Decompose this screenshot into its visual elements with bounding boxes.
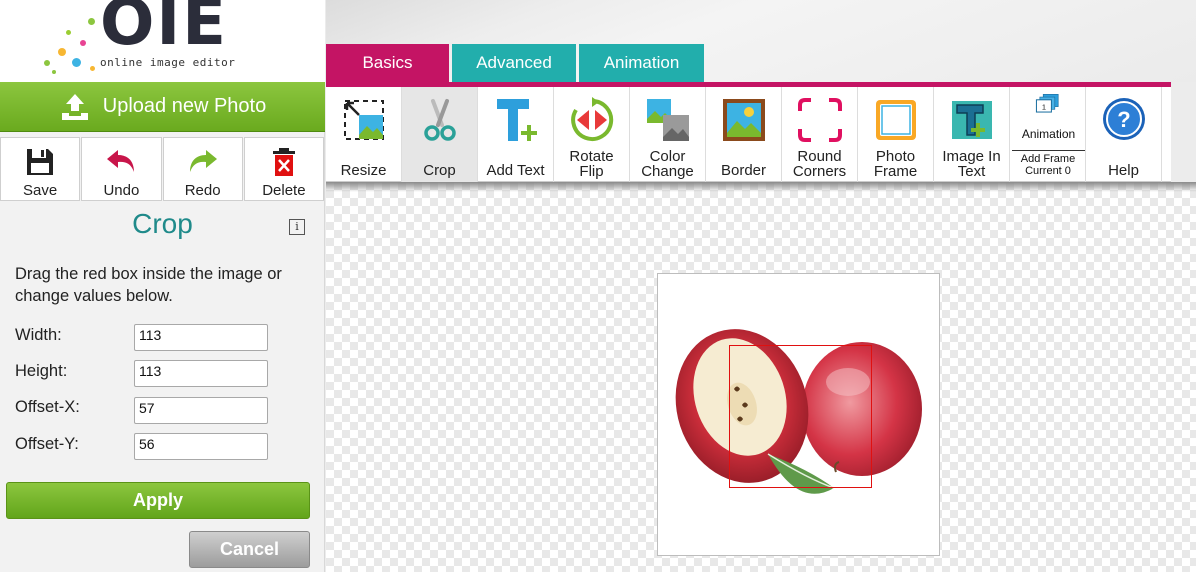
rotate-flip-icon — [570, 97, 613, 141]
svg-text:?: ? — [1117, 107, 1130, 132]
history-actions: Save Undo Redo Delete — [0, 137, 325, 201]
tool-label-line2: Corners — [792, 163, 847, 180]
tab-basics[interactable]: Basics — [326, 44, 449, 82]
tool-label-line1: Color — [649, 148, 686, 165]
tool-resize[interactable]: Resize — [326, 87, 402, 182]
crop-selection-box[interactable] — [729, 345, 872, 488]
logo-tagline: online image editor — [100, 56, 236, 69]
tool-label-line1: Round — [797, 148, 842, 165]
round-corners-icon — [797, 98, 842, 142]
tool-animation[interactable]: 1 Animation Add Frame Current 0 — [1010, 87, 1086, 182]
upload-label: Upload new Photo — [102, 95, 267, 117]
height-label: Height: — [15, 362, 68, 380]
tool-image-in-text[interactable]: Image In Text — [934, 87, 1010, 182]
delete-label: Delete — [262, 182, 306, 199]
crop-instructions: Drag the red box inside the image or cha… — [15, 265, 282, 305]
tool-label-line1: Rotate — [569, 148, 614, 165]
redo-label: Redo — [184, 182, 221, 199]
logo-letters: OIE — [100, 0, 228, 60]
redo-icon — [189, 150, 217, 172]
svg-text:1: 1 — [1041, 102, 1045, 111]
color-change-icon — [646, 99, 689, 141]
add-frame-button[interactable]: Add Frame Current 0 — [1010, 153, 1086, 177]
width-field[interactable] — [134, 324, 268, 351]
width-label: Width: — [15, 326, 62, 344]
undo-button[interactable]: Undo — [81, 137, 162, 201]
undo-icon — [107, 150, 135, 172]
image-in-text-icon — [951, 101, 992, 139]
add-frame-label: Add Frame — [1020, 153, 1076, 165]
tool-round-corners[interactable]: Round Corners — [782, 87, 858, 182]
tool-label: Resize — [340, 162, 387, 179]
tool-label: Crop — [423, 162, 456, 179]
tool-border[interactable]: Border — [706, 87, 782, 182]
tab-bar: Basics Advanced Animation — [326, 44, 707, 82]
tool-label-line1: Image In — [942, 148, 1001, 165]
tool-label-line2: Change — [641, 163, 694, 180]
tool-color-change[interactable]: Color Change — [630, 87, 706, 182]
tab-advanced[interactable]: Advanced — [452, 44, 576, 82]
tool-crop[interactable]: Crop — [402, 87, 478, 182]
tool-palette: Resize Crop Add Text Rotate Flip Color C… — [326, 87, 1171, 182]
offset-x-label: Offset-X: — [15, 398, 80, 416]
delete-button[interactable]: Delete — [243, 137, 324, 201]
help-icon: ? — [1102, 98, 1145, 140]
tool-label-line2: Flip — [579, 163, 604, 180]
upload-icon — [61, 93, 88, 120]
save-button[interactable]: Save — [0, 137, 81, 201]
tool-label-line2: Text — [957, 163, 986, 180]
tool-label-line1: Photo — [875, 148, 916, 165]
tool-photo-frame[interactable]: Photo Frame — [858, 87, 934, 182]
height-field[interactable] — [134, 360, 268, 387]
sidebar: OIE online image editor Upload new Photo… — [0, 0, 325, 572]
info-icon[interactable]: i — [289, 219, 305, 235]
panel-title: Crop — [132, 208, 193, 239]
delete-icon — [272, 148, 295, 176]
offset-y-label: Offset-Y: — [15, 435, 79, 453]
save-label: Save — [23, 182, 58, 199]
tool-label: Add Text — [486, 162, 545, 179]
redo-button[interactable]: Redo — [162, 137, 243, 201]
tool-label: Border — [720, 162, 767, 179]
current-frame-label: Current 0 — [1025, 165, 1071, 177]
photo-frame-icon — [875, 100, 916, 140]
resize-icon — [343, 100, 384, 140]
tool-help[interactable]: ? Help — [1086, 87, 1162, 182]
cancel-button[interactable]: Cancel — [189, 531, 310, 568]
apply-button[interactable]: Apply — [6, 482, 310, 519]
tab-animation[interactable]: Animation — [579, 44, 704, 82]
tool-label-line2: Frame — [873, 163, 918, 180]
tool-add-text[interactable]: Add Text — [478, 87, 554, 182]
offset-x-field[interactable] — [134, 397, 268, 424]
animation-label: Animation — [1012, 127, 1085, 151]
save-icon — [27, 149, 54, 175]
undo-label: Undo — [103, 182, 140, 199]
logo[interactable]: OIE online image editor — [0, 0, 325, 82]
offset-y-field[interactable] — [134, 433, 268, 460]
tool-rotate-flip[interactable]: Rotate Flip — [554, 87, 630, 182]
add-text-icon — [496, 99, 537, 141]
animation-frames-icon: 1 — [1035, 94, 1059, 113]
toolbar-shadow — [326, 182, 1196, 192]
upload-photo-button[interactable]: Upload new Photo — [0, 82, 325, 132]
border-icon — [722, 99, 765, 141]
tool-label: Help — [1108, 162, 1139, 179]
scissors-icon — [423, 99, 456, 141]
